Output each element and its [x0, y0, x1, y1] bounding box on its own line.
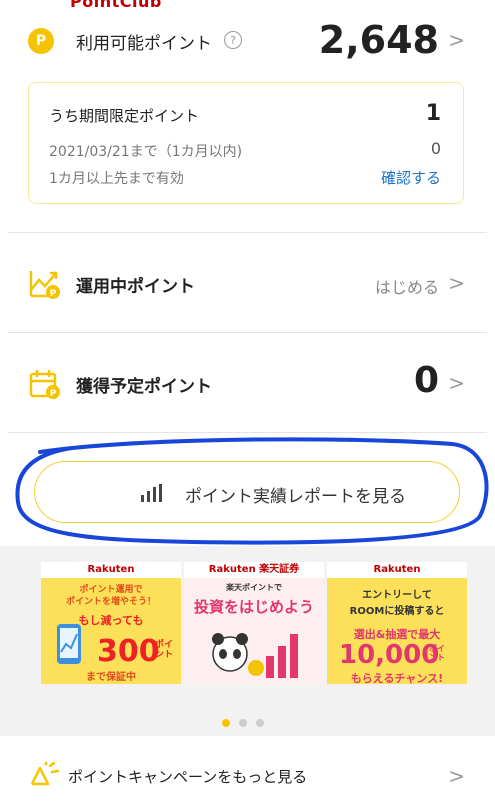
- help-icon[interactable]: ?: [224, 31, 242, 49]
- available-points-label: 利用可能ポイント: [76, 34, 212, 54]
- banner-unit: ント: [155, 650, 174, 660]
- carousel-dot[interactable]: [256, 719, 264, 727]
- start-text: はじめる: [374, 278, 439, 297]
- expected-points-row[interactable]: P 獲得予定ポイント 0 >: [0, 358, 495, 408]
- banner-carousel[interactable]: Rakuten ポイント運用で ポイントを増やそう！ もし減っても 300 ポイ…: [0, 546, 495, 736]
- banner-brand: Rakuten 楽天証券: [184, 562, 324, 578]
- brand-title-partial: PointClub: [70, 0, 162, 11]
- banner-unit: ント: [429, 653, 445, 662]
- banner-brand: Rakuten: [327, 562, 467, 578]
- expected-points-label: 獲得予定ポイント: [76, 377, 212, 397]
- banner-text: 投資をはじめよう: [193, 598, 314, 616]
- available-points-value: 2,648: [318, 18, 439, 62]
- valid-period-text: 1カ月以上先まで有効: [49, 171, 184, 187]
- limited-points-value: 1: [425, 101, 441, 126]
- expiry-date-text: 2021/03/21まで（1カ月以内): [49, 144, 243, 160]
- banner-text: ポイントを増やそう！: [65, 597, 156, 607]
- banner-room-campaign[interactable]: Rakuten エントリーして ROOMに投稿すると 選出&抽選で最大 10,0…: [327, 562, 467, 684]
- divider: [8, 332, 487, 333]
- banner-unit: ポイ: [429, 644, 445, 653]
- panda-illustration-icon: [212, 633, 298, 678]
- expiry-date-value: 0: [430, 139, 441, 158]
- banner-text: まで保証中: [86, 672, 136, 683]
- report-button-label: ポイント実績レポートを見る: [185, 487, 406, 507]
- chevron-right-icon: >: [448, 764, 465, 788]
- banner-big-number: 300: [97, 634, 160, 669]
- banner-securities[interactable]: Rakuten 楽天証券 楽天ポイントで 投資をはじめよう: [184, 562, 324, 684]
- svg-text:P: P: [50, 389, 57, 399]
- svg-text:P: P: [50, 289, 57, 299]
- confirm-link[interactable]: 確認する: [381, 167, 441, 188]
- investing-points-label: 運用中ポイント: [76, 277, 195, 297]
- banner-text: ROOMに投稿すると: [349, 606, 445, 617]
- banner-text: もらえるチャンス!: [350, 672, 444, 684]
- banner-text: 楽天ポイントで: [226, 583, 282, 592]
- point-coin-icon: P: [28, 28, 54, 54]
- banner-unit: ポイ: [155, 640, 174, 650]
- campaign-more-row[interactable]: ポイントキャンペーンをもっと見る >: [0, 752, 495, 802]
- limited-points-box: うち期間限定ポイント 1 2021/03/21まで（1カ月以内) 0 1カ月以上…: [28, 82, 464, 204]
- limited-points-title: うち期間限定ポイント: [49, 107, 200, 125]
- investment-chart-icon: P: [29, 271, 60, 299]
- report-button[interactable]: ポイント実績レポートを見る: [34, 461, 460, 523]
- divider: [8, 232, 487, 233]
- banner-point-investment[interactable]: Rakuten ポイント運用で ポイントを増やそう！ もし減っても 300 ポイ…: [41, 562, 181, 684]
- banner-big-number: 10,000: [339, 640, 440, 670]
- chevron-right-icon: >: [448, 371, 465, 395]
- banner-brand: Rakuten: [41, 562, 181, 578]
- campaign-more-label: ポイントキャンペーンをもっと見る: [68, 768, 308, 786]
- available-points-row[interactable]: P 利用可能ポイント ? 2,648 >: [0, 18, 495, 64]
- calendar-point-icon: P: [29, 370, 60, 399]
- phone-illustration-icon: [57, 624, 81, 664]
- investing-points-row[interactable]: P 運用中ポイント はじめる >: [0, 258, 495, 308]
- expected-points-value: 0: [413, 360, 439, 401]
- banner-text: エントリーして: [362, 590, 432, 601]
- megaphone-sparkle-icon: [30, 762, 60, 786]
- carousel-dot-active[interactable]: [222, 719, 230, 727]
- carousel-dot[interactable]: [239, 719, 247, 727]
- bar-chart-icon: [141, 484, 162, 502]
- carousel-dots: [222, 712, 273, 727]
- chevron-right-icon: >: [448, 271, 465, 295]
- chevron-right-icon: >: [448, 28, 465, 52]
